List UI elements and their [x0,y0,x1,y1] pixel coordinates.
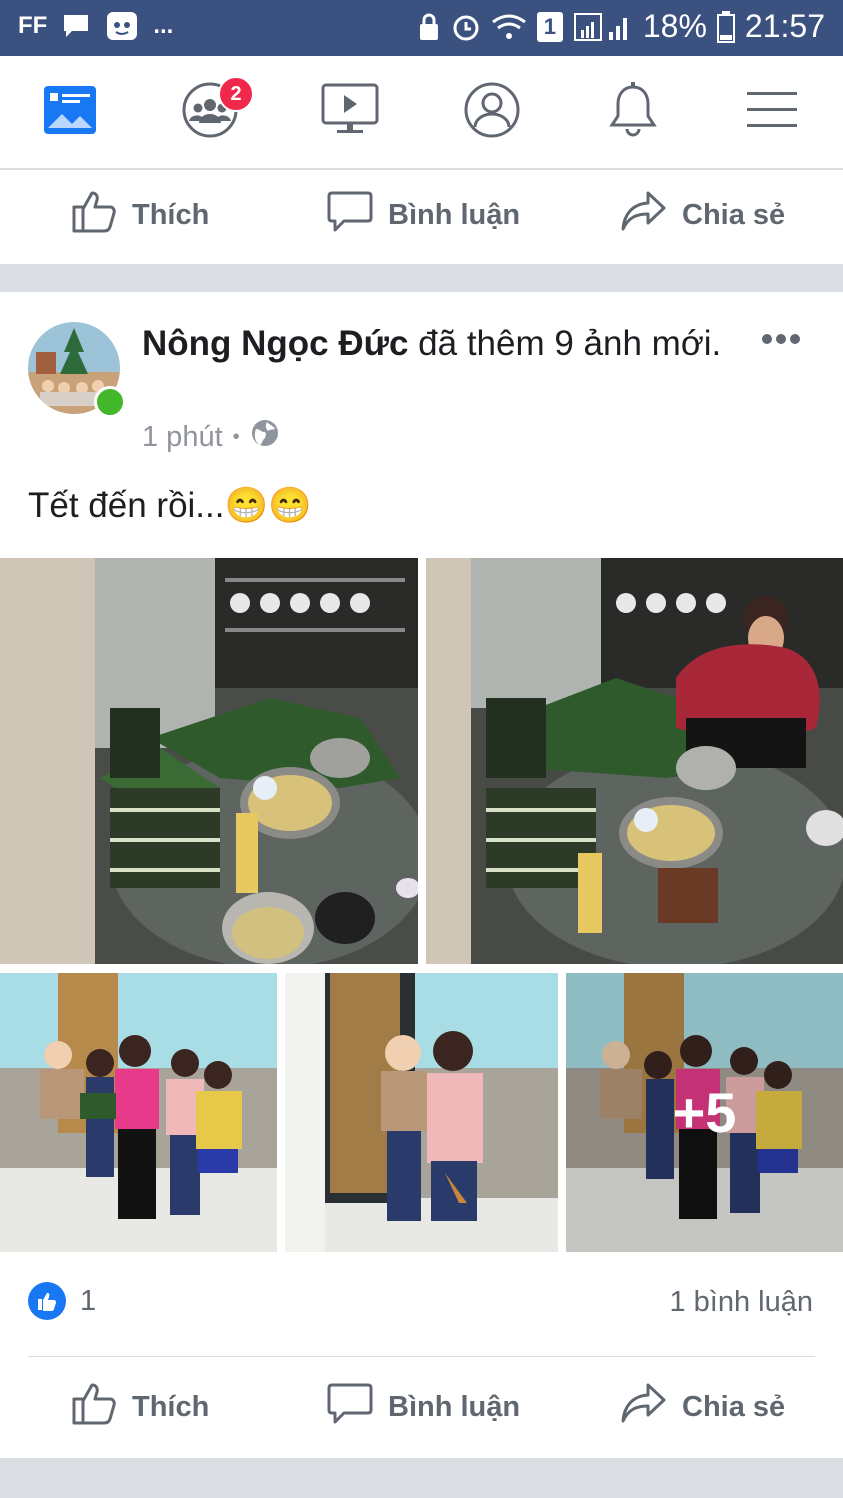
sim-slot-number: 1 [543,13,556,39]
post-photo-5[interactable]: +5 [566,973,843,1252]
profile-icon [463,81,521,144]
feed-separator [0,264,843,292]
alarm-icon [451,12,481,42]
news-feed-icon [42,84,98,141]
more-photos-overlay[interactable]: +5 [566,973,843,1252]
share-label: Chia sẻ [682,1390,786,1423]
comment-button[interactable]: Bình luận [326,187,520,243]
author-name-link[interactable]: Nông Ngọc Đức [142,324,408,363]
previous-post-actions: Thích Bình luận Chia sẻ [0,168,843,262]
nav-friends[interactable]: 2 [180,76,254,142]
comment-count-link[interactable]: 1 bình luận [669,1286,813,1319]
status-bar: FF ... 1 18% 21:57 [0,0,843,56]
like-label: Thích [132,1390,210,1423]
post-action-text: đã thêm 9 ảnh mới. [408,324,722,363]
like-button[interactable]: Thích [70,187,209,243]
like-label: Thích [132,198,210,231]
post-options-button[interactable] [761,332,801,351]
nav-menu[interactable] [742,82,802,142]
like-button[interactable]: Thích [70,1379,209,1435]
thumbs-up-icon [70,1379,118,1435]
signal-strength-icon [573,12,633,42]
watch-video-icon [320,82,380,143]
thumbs-up-icon [70,187,118,243]
message-icon [61,12,91,40]
nav-news-feed[interactable] [40,82,100,142]
reactions-summary[interactable]: 1 [28,1282,96,1320]
share-arrow-icon [620,187,668,243]
meta-separator: • [232,425,240,448]
post-timestamp[interactable]: 1 phút [142,421,223,454]
notifications-bell-icon [606,81,660,144]
top-navigation-bar: 2 [0,56,843,170]
post-photo-2[interactable] [426,558,843,964]
share-button[interactable]: Chia sẻ [620,1379,785,1435]
battery-icon [716,10,735,43]
friends-notification-badge: 2 [218,76,254,112]
post-photo-1[interactable] [0,558,418,964]
feed-separator-bottom [0,1458,843,1498]
share-button[interactable]: Chia sẻ [620,187,785,243]
post-author-line: Nông Ngọc Đức đã thêm 9 ảnh mới. [142,322,742,366]
cat-app-icon [105,10,139,42]
post-photo-3[interactable] [0,973,277,1252]
post-message: Tết đến rồi...😁😁 [28,486,312,525]
menu-icon [746,88,798,137]
like-reaction-icon [28,1282,66,1320]
comment-bubble-icon [326,187,374,243]
share-arrow-icon [620,1379,668,1435]
online-status-dot [94,386,126,418]
wifi-icon [491,12,527,42]
status-left-label: FF [18,12,48,39]
reactions-divider [28,1356,815,1357]
post-actions: Thích Bình luận Chia sẻ [0,1360,843,1454]
nav-watch[interactable] [320,82,380,142]
clock-time: 21:57 [744,8,825,44]
battery-percent: 18% [642,8,707,44]
post-meta: 1 phút • [142,418,280,456]
nav-notifications[interactable] [603,81,663,144]
more-horizontal-icon [761,333,801,350]
lock-icon [417,12,441,42]
comment-label: Bình luận [388,198,521,231]
status-more-dots: ... [153,12,174,39]
share-label: Chia sẻ [682,198,786,231]
sim-slot-icon: 1 [536,11,563,42]
reaction-count: 1 [80,1284,97,1317]
comment-button[interactable]: Bình luận [326,1379,520,1435]
globe-icon [250,418,280,456]
nav-profile[interactable] [462,82,522,142]
comment-bubble-icon [326,1379,374,1435]
post-photo-4[interactable] [285,973,558,1252]
comment-label: Bình luận [388,1390,521,1423]
